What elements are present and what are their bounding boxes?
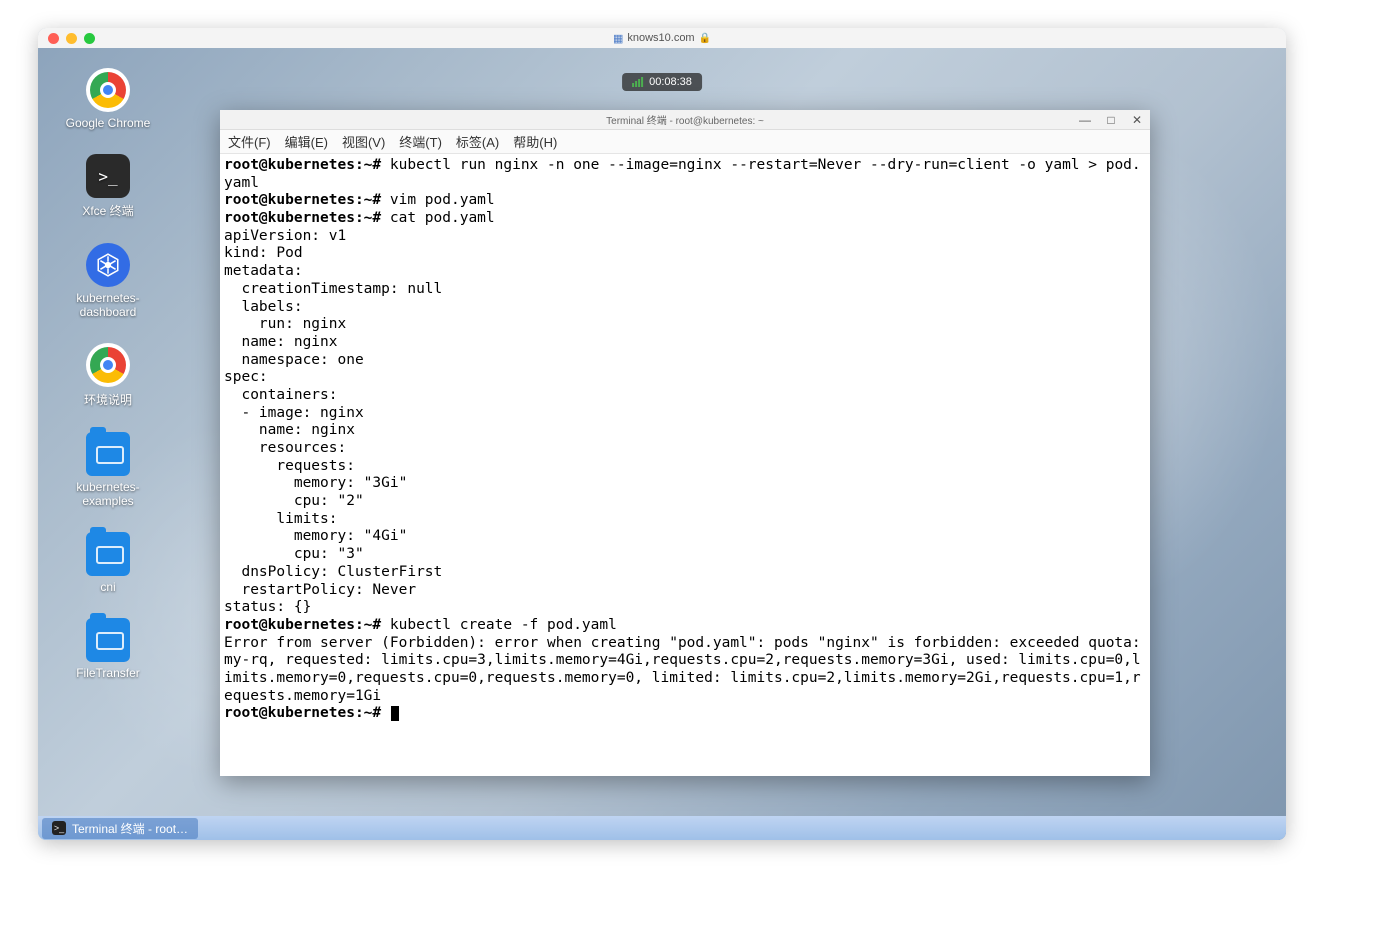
- desktop-icon-label: kubernetes-examples: [58, 480, 158, 508]
- remote-desktop[interactable]: 00:08:38 Google Chrome Xfce 终端: [38, 48, 1286, 840]
- terminal-icon: [86, 154, 130, 198]
- site-icon: ▦: [613, 32, 623, 45]
- desktop-icon-env[interactable]: 环境说明: [58, 343, 158, 408]
- window-close-button[interactable]: ✕: [1130, 113, 1144, 127]
- desktop-icons: Google Chrome Xfce 终端 kubernetes-dashboa…: [58, 68, 158, 680]
- menu-file[interactable]: 文件(F): [228, 132, 271, 151]
- desktop-icon-label: cni: [58, 580, 158, 594]
- lock-icon: 🔒: [699, 33, 711, 44]
- session-timer: 00:08:38: [622, 73, 702, 91]
- taskbar: >_ Terminal 终端 - root…: [38, 816, 1286, 840]
- terminal-line: status: {}: [224, 599, 1146, 617]
- terminal-line: resources:: [224, 440, 1146, 458]
- menu-help[interactable]: 帮助(H): [513, 132, 557, 151]
- terminal-line: containers:: [224, 387, 1146, 405]
- terminal-line: kind: Pod: [224, 245, 1146, 263]
- terminal-line: labels:: [224, 299, 1146, 317]
- window-maximize-button[interactable]: □: [1104, 113, 1118, 127]
- terminal-line: namespace: one: [224, 352, 1146, 370]
- desktop-icon-label: FileTransfer: [58, 666, 158, 680]
- terminal-line: root@kubernetes:~# kubectl create -f pod…: [224, 617, 1146, 635]
- desktop-icon-k8s-examples[interactable]: kubernetes-examples: [58, 432, 158, 508]
- terminal-body[interactable]: root@kubernetes:~# kubectl run nginx -n …: [220, 154, 1150, 776]
- taskbar-item-label: Terminal 终端 - root…: [72, 820, 188, 837]
- window-minimize-button[interactable]: —: [1078, 113, 1092, 127]
- mac-titlebar: ▦ knows10.com 🔒: [38, 28, 1286, 48]
- terminal-line: cpu: "2": [224, 493, 1146, 511]
- terminal-line: metadata:: [224, 263, 1146, 281]
- terminal-line: name: nginx: [224, 422, 1146, 440]
- desktop-icon-label: Google Chrome: [58, 116, 158, 130]
- terminal-line: spec:: [224, 369, 1146, 387]
- terminal-line: root@kubernetes:~# kubectl run nginx -n …: [224, 157, 1146, 192]
- terminal-line: - image: nginx: [224, 405, 1146, 423]
- terminal-line: root@kubernetes:~#: [224, 705, 1146, 723]
- terminal-line: restartPolicy: Never: [224, 582, 1146, 600]
- terminal-title: Terminal 终端 - root@kubernetes: ~: [606, 112, 764, 127]
- folder-icon: [86, 532, 130, 576]
- signal-icon: [632, 77, 643, 87]
- desktop-icon-label: Xfce 终端: [58, 202, 158, 219]
- desktop-icon-cni[interactable]: cni: [58, 532, 158, 594]
- terminal-menubar: 文件(F) 编辑(E) 视图(V) 终端(T) 标签(A) 帮助(H): [220, 130, 1150, 154]
- desktop-icon-label: kubernetes-dashboard: [58, 291, 158, 319]
- timer-value: 00:08:38: [649, 76, 692, 88]
- mac-window-frame: ▦ knows10.com 🔒 00:08:38 Google Chrome X…: [38, 28, 1286, 840]
- desktop-icon-filetransfer[interactable]: FileTransfer: [58, 618, 158, 680]
- terminal-line: Error from server (Forbidden): error whe…: [224, 635, 1146, 706]
- menu-view[interactable]: 视图(V): [342, 132, 385, 151]
- mac-address: ▦ knows10.com 🔒: [38, 32, 1286, 45]
- terminal-line: creationTimestamp: null: [224, 281, 1146, 299]
- chrome-icon: [86, 68, 130, 112]
- folder-icon: [86, 432, 130, 476]
- terminal-line: memory: "4Gi": [224, 528, 1146, 546]
- folder-icon: [86, 618, 130, 662]
- menu-tabs[interactable]: 标签(A): [456, 132, 499, 151]
- desktop-icon-k8s-dashboard[interactable]: kubernetes-dashboard: [58, 243, 158, 319]
- chrome-icon: [86, 343, 130, 387]
- terminal-icon: >_: [52, 821, 66, 835]
- desktop-icon-label: 环境说明: [58, 391, 158, 408]
- terminal-line: dnsPolicy: ClusterFirst: [224, 564, 1146, 582]
- terminal-window[interactable]: Terminal 终端 - root@kubernetes: ~ — □ ✕ 文…: [220, 110, 1150, 776]
- desktop-icon-chrome[interactable]: Google Chrome: [58, 68, 158, 130]
- menu-edit[interactable]: 编辑(E): [285, 132, 328, 151]
- terminal-titlebar[interactable]: Terminal 终端 - root@kubernetes: ~ — □ ✕: [220, 110, 1150, 130]
- terminal-line: root@kubernetes:~# cat pod.yaml: [224, 210, 1146, 228]
- terminal-line: cpu: "3": [224, 546, 1146, 564]
- terminal-line: requests:: [224, 458, 1146, 476]
- terminal-line: memory: "3Gi": [224, 475, 1146, 493]
- terminal-line: name: nginx: [224, 334, 1146, 352]
- terminal-line: apiVersion: v1: [224, 228, 1146, 246]
- menu-terminal[interactable]: 终端(T): [399, 132, 442, 151]
- terminal-line: limits:: [224, 511, 1146, 529]
- taskbar-item-terminal[interactable]: >_ Terminal 终端 - root…: [42, 818, 198, 839]
- kubernetes-icon: [86, 243, 130, 287]
- terminal-line: root@kubernetes:~# vim pod.yaml: [224, 192, 1146, 210]
- mac-url: knows10.com: [627, 32, 694, 44]
- terminal-line: run: nginx: [224, 316, 1146, 334]
- desktop-icon-xfce-terminal[interactable]: Xfce 终端: [58, 154, 158, 219]
- terminal-cursor: [391, 706, 399, 721]
